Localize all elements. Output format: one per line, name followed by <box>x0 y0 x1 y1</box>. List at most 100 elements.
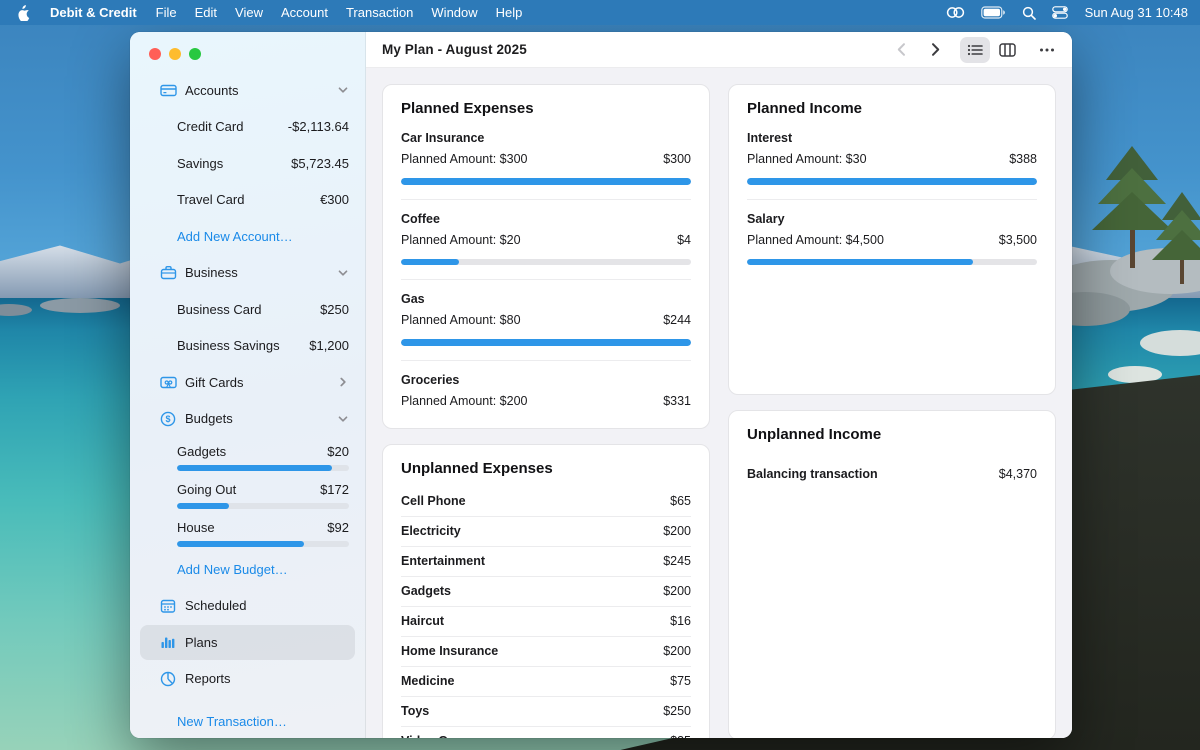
window-titlebar: My Plan - August 2025 <box>366 32 1072 68</box>
menu-item[interactable]: Edit <box>186 5 226 20</box>
menu-bar-clock[interactable]: Sun Aug 31 10:48 <box>1079 5 1188 20</box>
sidebar-account-row[interactable]: Business Card $250 <box>130 291 365 328</box>
account-balance: $5,723.45 <box>291 156 349 171</box>
sidebar-item-scheduled[interactable]: Scheduled <box>130 588 365 625</box>
battery-icon[interactable] <box>976 6 1011 19</box>
planned-expense-item[interactable]: Gas Planned Amount: $80 $244 <box>401 279 691 360</box>
back-button[interactable] <box>886 37 916 63</box>
add-new-account-link[interactable]: Add New Account… <box>130 218 365 255</box>
sidebar-budget-row[interactable]: Going Out $172 <box>130 475 365 513</box>
budget-name: House <box>177 520 215 535</box>
screen-mirroring-icon[interactable] <box>941 6 970 19</box>
sidebar-item-label: Plans <box>185 635 349 650</box>
actual-amount: $388 <box>1009 152 1037 166</box>
control-center-icon[interactable] <box>1047 6 1073 19</box>
budget-remaining: $172 <box>320 482 349 497</box>
unplanned-income-row[interactable]: Balancing transaction $4,370 <box>747 459 1037 488</box>
planned-income-list: Interest Planned Amount: $30 $388 <box>747 117 1037 279</box>
sidebar-section-label: Accounts <box>185 83 337 98</box>
item-name: Haircut <box>401 614 444 628</box>
active-app-name[interactable]: Debit & Credit <box>40 5 147 20</box>
account-balance: -$2,113.64 <box>288 119 349 134</box>
progress-track <box>401 339 691 346</box>
account-balance: €300 <box>320 192 349 207</box>
menu-item[interactable]: Account <box>272 5 337 20</box>
planned-expense-item[interactable]: Coffee Planned Amount: $20 $4 <box>401 199 691 280</box>
account-name: Travel Card <box>177 192 320 207</box>
menu-item[interactable]: Window <box>422 5 486 20</box>
unplanned-expense-row[interactable]: Haircut $16 <box>401 606 691 636</box>
unplanned-expense-row[interactable]: Video Games $35 <box>401 726 691 739</box>
chevron-down-icon[interactable] <box>337 267 349 279</box>
unplanned-expense-row[interactable]: Toys $250 <box>401 696 691 726</box>
progress-fill <box>401 259 459 266</box>
sidebar-account-row[interactable]: Business Savings $1,200 <box>130 328 365 365</box>
planned-amount-label: Planned Amount: $300 <box>401 152 528 166</box>
sidebar-section-gift-cards[interactable]: Gift Cards <box>130 364 365 401</box>
budget-progress-fill <box>177 465 332 471</box>
unplanned-expense-row[interactable]: Cell Phone $65 <box>401 487 691 516</box>
budget-remaining: $92 <box>327 520 349 535</box>
unplanned-expense-row[interactable]: Gadgets $200 <box>401 576 691 606</box>
card-title: Planned Income <box>747 85 1037 117</box>
sidebar-section-business[interactable]: Business <box>130 255 365 292</box>
chevron-right-icon[interactable] <box>337 376 349 388</box>
main-panel: My Plan - August 2025 <box>366 32 1072 738</box>
zoom-window-button[interactable] <box>189 48 201 60</box>
apple-menu-icon[interactable] <box>0 5 40 21</box>
sidebar-budget-row[interactable]: House $92 <box>130 513 365 551</box>
planned-income-item[interactable]: Interest Planned Amount: $30 $388 <box>747 119 1037 199</box>
chevron-down-icon[interactable] <box>337 84 349 96</box>
menu-item[interactable]: Help <box>487 5 532 20</box>
column-view-button[interactable] <box>992 37 1022 63</box>
unplanned-expense-row[interactable]: Home Insurance $200 <box>401 636 691 666</box>
item-amount: $245 <box>663 554 691 568</box>
unplanned-expense-row[interactable]: Electricity $200 <box>401 516 691 546</box>
account-name: Business Card <box>177 302 320 317</box>
forward-button[interactable] <box>920 37 950 63</box>
planned-income-card: Planned Income Interest Planned Amount: … <box>728 84 1056 395</box>
wallpaper-pine-tree <box>1152 192 1200 284</box>
card-title: Unplanned Expenses <box>401 445 691 477</box>
item-name: Medicine <box>401 674 455 688</box>
item-amount: $16 <box>670 614 691 628</box>
sidebar-budget-row[interactable]: Gadgets $20 <box>130 437 365 475</box>
unplanned-expense-row[interactable]: Entertainment $245 <box>401 546 691 576</box>
actual-amount: $3,500 <box>999 233 1037 247</box>
sidebar-account-row[interactable]: Travel Card €300 <box>130 182 365 219</box>
account-list: Credit Card -$2,113.64 Savings $5,723.45… <box>130 109 365 219</box>
item-amount: $250 <box>663 704 691 718</box>
planned-expense-item[interactable]: Groceries Planned Amount: $200 $331 <box>401 360 691 424</box>
unplanned-expense-list: Cell Phone $65 Electricity $200 Entertai… <box>401 487 691 739</box>
planned-income-item[interactable]: Salary Planned Amount: $4,500 $3,500 <box>747 199 1037 280</box>
account-name: Savings <box>177 156 291 171</box>
spotlight-search-icon[interactable] <box>1017 6 1041 20</box>
progress-track <box>401 259 691 266</box>
unplanned-expense-row[interactable]: Medicine $75 <box>401 666 691 696</box>
sidebar-item-reports[interactable]: Reports <box>130 661 365 698</box>
add-new-budget-link[interactable]: Add New Budget… <box>130 551 365 588</box>
account-name: Credit Card <box>177 119 288 134</box>
progress-fill <box>747 259 973 266</box>
new-transaction-link[interactable]: New Transaction… <box>130 703 365 738</box>
menu-item[interactable]: View <box>226 5 272 20</box>
sidebar-account-row[interactable]: Credit Card -$2,113.64 <box>130 109 365 146</box>
menu-item[interactable]: File <box>147 5 186 20</box>
briefcase-icon <box>160 265 177 280</box>
sidebar-section-accounts[interactable]: Accounts <box>130 72 365 109</box>
item-name: Interest <box>747 131 1037 145</box>
sidebar-item-plans[interactable]: Plans <box>130 624 365 661</box>
close-window-button[interactable] <box>149 48 161 60</box>
chevron-down-icon[interactable] <box>337 413 349 425</box>
item-name: Electricity <box>401 524 461 538</box>
right-column: Planned Income Interest Planned Amount: … <box>728 84 1056 738</box>
planned-amount-label: Planned Amount: $80 <box>401 313 521 327</box>
item-name: Toys <box>401 704 429 718</box>
menu-item[interactable]: Transaction <box>337 5 422 20</box>
minimize-window-button[interactable] <box>169 48 181 60</box>
sidebar-section-budgets[interactable]: $ Budgets <box>130 401 365 438</box>
sidebar-account-row[interactable]: Savings $5,723.45 <box>130 145 365 182</box>
more-options-button[interactable] <box>1032 37 1062 63</box>
planned-expense-item[interactable]: Car Insurance Planned Amount: $300 $300 <box>401 119 691 199</box>
list-view-button[interactable] <box>960 37 990 63</box>
